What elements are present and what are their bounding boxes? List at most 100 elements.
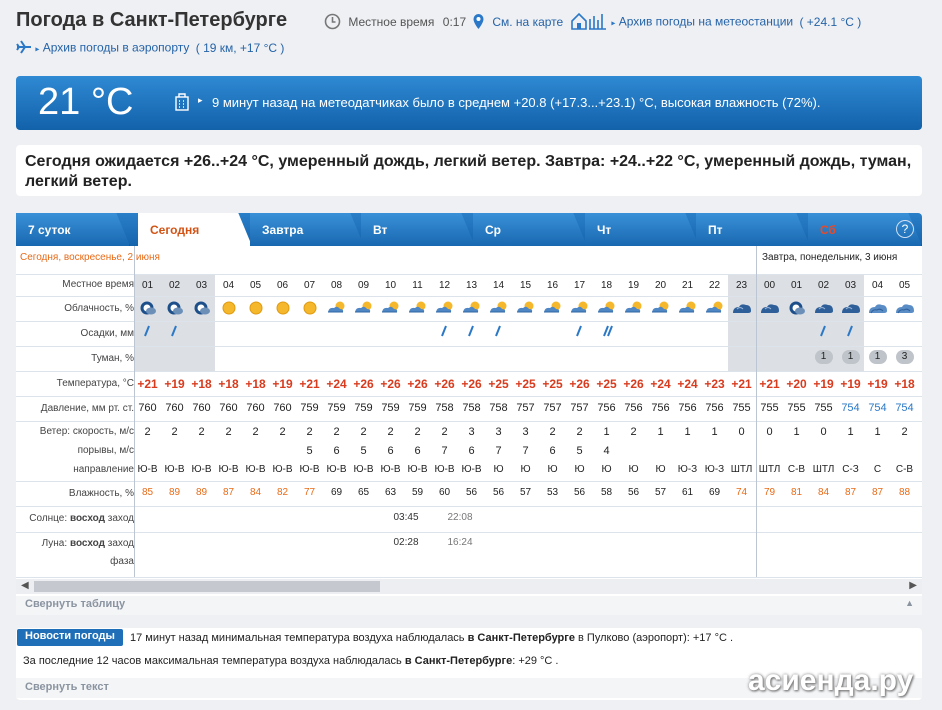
today-header: Сегодня, воскресенье, 2 июня xyxy=(20,252,160,263)
hour-cell: 19 xyxy=(627,280,640,291)
tab-tue[interactable]: Вт xyxy=(361,213,475,246)
tab-tomorrow[interactable]: Завтра xyxy=(250,213,364,246)
cloud-sun-cloud-icon xyxy=(404,300,431,319)
dir-cell: Ю-В xyxy=(461,464,482,475)
cloud-sun-cloud-icon xyxy=(674,300,701,319)
cloud-sun-cloud-icon xyxy=(485,300,512,319)
humidity-cell: 77 xyxy=(303,487,316,498)
temp-cell: +18 xyxy=(191,377,212,391)
temp-cell: +19 xyxy=(840,377,861,391)
dir-cell: Ю xyxy=(574,464,585,475)
pressure-cell: 756 xyxy=(705,402,724,414)
map-link[interactable]: См. на карте xyxy=(472,13,563,33)
wind-cell: 2 xyxy=(387,426,394,438)
hour-cell: 14 xyxy=(492,280,505,291)
pressure-cell: 760 xyxy=(165,402,184,414)
dir-cell: С xyxy=(873,464,882,475)
page-header: Погода в Санкт-Петербурге Местное время … xyxy=(0,0,942,68)
cloud-sun-icon xyxy=(215,300,242,319)
station-archive-link[interactable]: ▸ Архив погоды на метеостанции ( +24.1 °… xyxy=(570,11,861,34)
temp-cell: +21 xyxy=(731,377,752,391)
scrollbar-thumb[interactable] xyxy=(34,581,380,592)
humidity-cell: 56 xyxy=(573,487,586,498)
dir-cell: Ю xyxy=(628,464,639,475)
wind-cell: 1 xyxy=(793,426,800,438)
help-icon[interactable]: ? xyxy=(896,220,914,238)
temp-cell: +19 xyxy=(164,377,185,391)
hour-cell: 15 xyxy=(519,280,532,291)
collapse-arrow-icon: ▲ xyxy=(905,598,914,608)
grid-line xyxy=(16,346,922,347)
scroll-left-icon[interactable]: ◀ xyxy=(21,580,29,591)
temp-cell: +26 xyxy=(569,377,590,391)
hour-cell: 06 xyxy=(276,280,289,291)
temp-cell: +24 xyxy=(650,377,671,391)
dir-cell: Ю xyxy=(547,464,558,475)
pressure-cell: 759 xyxy=(300,402,319,414)
humidity-cell: 87 xyxy=(222,487,235,498)
hour-cell: 10 xyxy=(384,280,397,291)
airport-archive-link[interactable]: ▸ Архив погоды в аэропорту ( 19 км, +17 … xyxy=(16,40,284,57)
cloud-sun-icon xyxy=(296,300,323,319)
wind-cell: 2 xyxy=(252,426,259,438)
dir-cell: Ю-В xyxy=(326,464,347,475)
pressure-cell: 755 xyxy=(814,402,833,414)
temp-cell: +25 xyxy=(515,377,536,391)
temp-cell: +21 xyxy=(759,377,780,391)
wind-cell: 0 xyxy=(820,426,827,438)
rain-drop-icon xyxy=(458,324,485,341)
wind-cell: 1 xyxy=(711,426,718,438)
cloud-night-cloudy-icon xyxy=(161,300,188,319)
hour-cell: 23 xyxy=(735,280,748,291)
tomorrow-header: Завтра, понедельник, 3 июня xyxy=(762,252,898,263)
grid-line xyxy=(16,274,922,275)
cloud-sun-cloud-icon xyxy=(701,300,728,319)
temp-cell: +24 xyxy=(677,377,698,391)
tab-wed[interactable]: Ср xyxy=(473,213,587,246)
hour-cell: 00 xyxy=(763,280,776,291)
tab-fri[interactable]: Пт xyxy=(696,213,810,246)
hour-cell: 03 xyxy=(195,280,208,291)
map-pin-icon xyxy=(472,13,485,33)
pressure-cell: 757 xyxy=(570,402,589,414)
tab-today[interactable]: Сегодня xyxy=(138,213,252,246)
dir-cell: ШТЛ xyxy=(730,464,753,475)
collapse-table-link[interactable]: Свернуть таблицу ▲ xyxy=(16,596,922,615)
humidity-cell: 88 xyxy=(898,487,911,498)
rain-drop-icon xyxy=(161,324,188,341)
building-icon xyxy=(174,93,190,116)
humidity-cell: 61 xyxy=(681,487,694,498)
local-time: Местное время 0:17 xyxy=(324,13,466,33)
news-line-2: За последние 12 часов максимальная темпе… xyxy=(23,655,559,667)
watermark: асиенда.ру xyxy=(748,664,914,697)
tab-thu[interactable]: Чт xyxy=(585,213,699,246)
hour-cell: 03 xyxy=(844,280,857,291)
hour-cell: 04 xyxy=(222,280,235,291)
table-scrollbar[interactable]: ◀ ▶ xyxy=(16,579,922,594)
dir-cell: Ю-В xyxy=(353,464,374,475)
cloud-sun-cloud-icon xyxy=(377,300,404,319)
grid-line xyxy=(16,321,922,322)
cloud-sun-cloud-icon xyxy=(566,300,593,319)
sunrise-time: 03:45 xyxy=(393,512,419,523)
hour-cell: 17 xyxy=(573,280,586,291)
current-weather-bar: 21 °C ▸ 9 минут назад на метеодатчиках б… xyxy=(16,76,922,130)
hour-cell: 13 xyxy=(465,280,478,291)
scroll-right-icon[interactable]: ▶ xyxy=(909,580,917,591)
row-phase: фаза xyxy=(110,556,134,567)
humidity-cell: 89 xyxy=(195,487,208,498)
tab-7-days[interactable]: 7 суток xyxy=(16,213,130,246)
humidity-cell: 87 xyxy=(844,487,857,498)
pressure-cell: 755 xyxy=(760,402,779,414)
pressure-cell: 754 xyxy=(841,402,860,414)
humidity-cell: 85 xyxy=(141,487,154,498)
temp-cell: +24 xyxy=(326,377,347,391)
humidity-cell: 87 xyxy=(871,487,884,498)
pressure-cell: 759 xyxy=(327,402,346,414)
hour-cell: 08 xyxy=(330,280,343,291)
wind-cell: 1 xyxy=(874,426,881,438)
hour-cell: 20 xyxy=(654,280,667,291)
pressure-cell: 760 xyxy=(192,402,211,414)
cloud-cloud-dark-icon xyxy=(728,300,755,319)
pressure-cell: 758 xyxy=(435,402,454,414)
